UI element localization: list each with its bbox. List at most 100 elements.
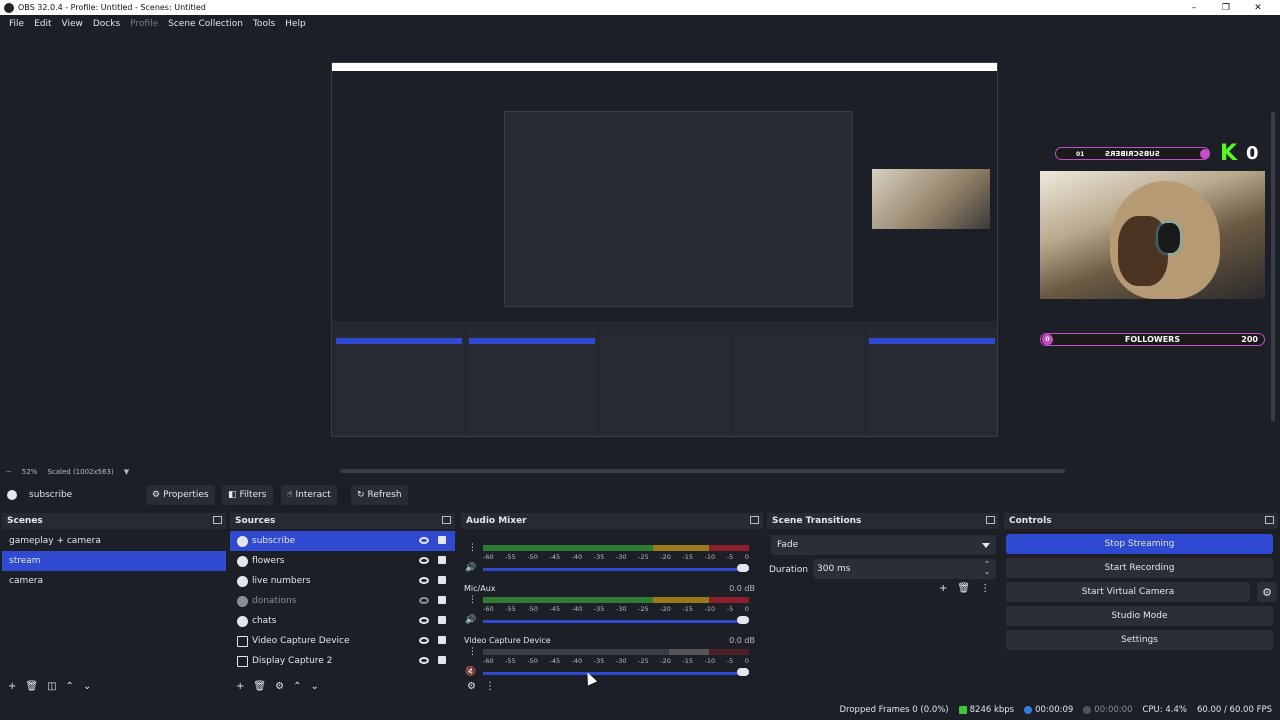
scene-item[interactable]: gameplay + camera: [2, 531, 226, 551]
speaker-icon[interactable]: 🔊: [465, 615, 476, 625]
lock-icon[interactable]: [438, 616, 446, 624]
menu-docks[interactable]: Docks: [88, 19, 125, 29]
undock-icon[interactable]: [750, 516, 759, 524]
add-icon[interactable]: +: [236, 681, 244, 692]
stepper-icon[interactable]: ⌃ ⌄: [984, 560, 990, 576]
speaker-icon[interactable]: 🔊: [465, 563, 476, 573]
zoom-out-button[interactable]: −: [6, 468, 12, 476]
followers-count: 200: [1241, 335, 1258, 344]
lock-icon[interactable]: [438, 556, 446, 564]
audio-mixer-dock: Audio Mixer ⋮ -60 -55 -50 -45 -40 -35 -30 -25 -2…: [461, 513, 763, 696]
trash-icon[interactable]: 🗑: [25, 681, 38, 692]
subscribers-dot-icon: [1200, 149, 1210, 159]
scale-mode: Scaled (1002x563): [47, 468, 114, 476]
volume-slider-thumb[interactable]: [737, 616, 749, 624]
display-capture-preview: [331, 62, 998, 437]
lock-icon[interactable]: [438, 596, 446, 604]
start-virtual-camera-button[interactable]: Start Virtual Camera: [1006, 582, 1250, 602]
scene-item-selected[interactable]: stream: [2, 551, 226, 571]
channel-menu-icon[interactable]: ⋮: [468, 647, 477, 657]
menu-edit[interactable]: Edit: [29, 19, 56, 29]
preview-area[interactable]: 01 SUBSCRIBERS K 0 0 FOLLOWERS 200: [0, 32, 1280, 473]
visibility-eye-icon[interactable]: [419, 637, 429, 644]
channel-menu-icon[interactable]: ⋮: [468, 543, 477, 553]
meter-scale: -60 -55 -50 -45 -40 -35 -30 -25 -20 -15 -10 -5 0: [483, 605, 749, 613]
filters-label: Filters: [239, 490, 267, 500]
properties-button[interactable]: ⚙ Properties: [146, 485, 215, 505]
more-icon[interactable]: ⋮: [980, 583, 990, 594]
undock-icon[interactable]: [986, 516, 995, 524]
hidden-eye-icon[interactable]: [419, 597, 429, 604]
move-down-icon[interactable]: ⌄: [83, 681, 91, 692]
filters-button[interactable]: ◧ Filters: [222, 485, 273, 505]
undock-icon[interactable]: [1265, 516, 1274, 524]
minimize-button[interactable]: –: [1178, 0, 1210, 15]
menu-view[interactable]: View: [57, 19, 88, 29]
audio-menu-icon[interactable]: ⋮: [485, 681, 495, 692]
source-item-hidden[interactable]: donations: [230, 591, 455, 611]
stop-streaming-button[interactable]: Stop Streaming: [1006, 534, 1273, 554]
undock-icon[interactable]: [213, 516, 222, 524]
advanced-audio-icon[interactable]: ⚙: [467, 681, 476, 692]
refresh-button[interactable]: ↻ Refresh: [351, 485, 408, 505]
lock-icon[interactable]: [438, 656, 446, 664]
close-button[interactable]: ✕: [1242, 0, 1274, 15]
source-item-selected[interactable]: subscribe: [230, 531, 455, 551]
source-item[interactable]: Display Capture 2: [230, 651, 455, 671]
scene-item[interactable]: camera: [2, 571, 226, 591]
source-item[interactable]: chats: [230, 611, 455, 631]
visibility-eye-icon[interactable]: [419, 557, 429, 564]
volume-slider-thumb[interactable]: [737, 564, 749, 572]
move-up-icon[interactable]: ⌃: [66, 681, 74, 692]
record-icon: [1083, 705, 1092, 714]
volume-slider[interactable]: [483, 672, 749, 675]
source-label: donations: [252, 596, 297, 606]
undock-icon[interactable]: [442, 516, 451, 524]
interact-button[interactable]: ☝ Interact: [281, 485, 337, 505]
channel-menu-icon[interactable]: ⋮: [468, 595, 477, 605]
start-recording-button[interactable]: Start Recording: [1006, 558, 1273, 578]
menu-scene-collection[interactable]: Scene Collection: [163, 19, 248, 29]
visibility-eye-icon[interactable]: [419, 577, 429, 584]
scale-dropdown-icon[interactable]: ▼: [124, 468, 129, 476]
virtual-camera-settings-gear-icon[interactable]: ⚙: [1257, 582, 1277, 602]
add-icon[interactable]: +: [939, 583, 947, 594]
maximize-button[interactable]: ❐: [1210, 0, 1242, 15]
scene-filter-icon[interactable]: ◫: [47, 681, 56, 692]
menu-tools[interactable]: Tools: [248, 19, 280, 29]
dropped-frames: Dropped Frames 0 (0.0%): [839, 705, 949, 715]
trash-icon[interactable]: 🗑: [253, 681, 266, 692]
gear-icon[interactable]: ⚙: [275, 681, 284, 692]
visibility-eye-icon[interactable]: [419, 537, 429, 544]
settings-button[interactable]: Settings: [1006, 630, 1273, 650]
nested-audio-dock: [600, 330, 731, 436]
refresh-label: Refresh: [367, 490, 402, 500]
followers-bar: 0 FOLLOWERS 200: [1040, 333, 1265, 346]
source-item[interactable]: Video Capture Device: [230, 631, 455, 651]
stream-time-group: 00:00:09: [1024, 705, 1073, 715]
source-item[interactable]: flowers: [230, 551, 455, 571]
scenes-list: gameplay + camera stream camera: [2, 531, 226, 674]
add-icon[interactable]: +: [8, 681, 16, 692]
move-down-icon[interactable]: ⌄: [310, 681, 318, 692]
lock-icon[interactable]: [438, 576, 446, 584]
menu-file[interactable]: File: [4, 19, 29, 29]
volume-slider[interactable]: [483, 568, 749, 571]
visibility-eye-icon[interactable]: [419, 657, 429, 664]
audio-footer: ⚙ ⋮: [461, 676, 763, 696]
browser-icon: [237, 595, 248, 607]
lock-icon[interactable]: [438, 636, 446, 644]
trash-icon[interactable]: 🗑: [957, 583, 970, 594]
menu-profile[interactable]: Profile: [125, 19, 163, 29]
lock-icon[interactable]: [438, 536, 446, 544]
visibility-eye-icon[interactable]: [419, 617, 429, 624]
move-up-icon[interactable]: ⌃: [293, 681, 301, 692]
menu-help[interactable]: Help: [280, 19, 311, 29]
volume-slider-thumb[interactable]: [737, 668, 749, 676]
source-item[interactable]: live numbers: [230, 571, 455, 591]
transition-select[interactable]: Fade: [771, 535, 996, 555]
duration-input[interactable]: 300 ms ⌃ ⌄: [813, 559, 996, 579]
studio-mode-button[interactable]: Studio Mode: [1006, 606, 1273, 626]
volume-slider[interactable]: [483, 620, 749, 623]
preview-vertical-scrollbar[interactable]: [1271, 112, 1275, 422]
